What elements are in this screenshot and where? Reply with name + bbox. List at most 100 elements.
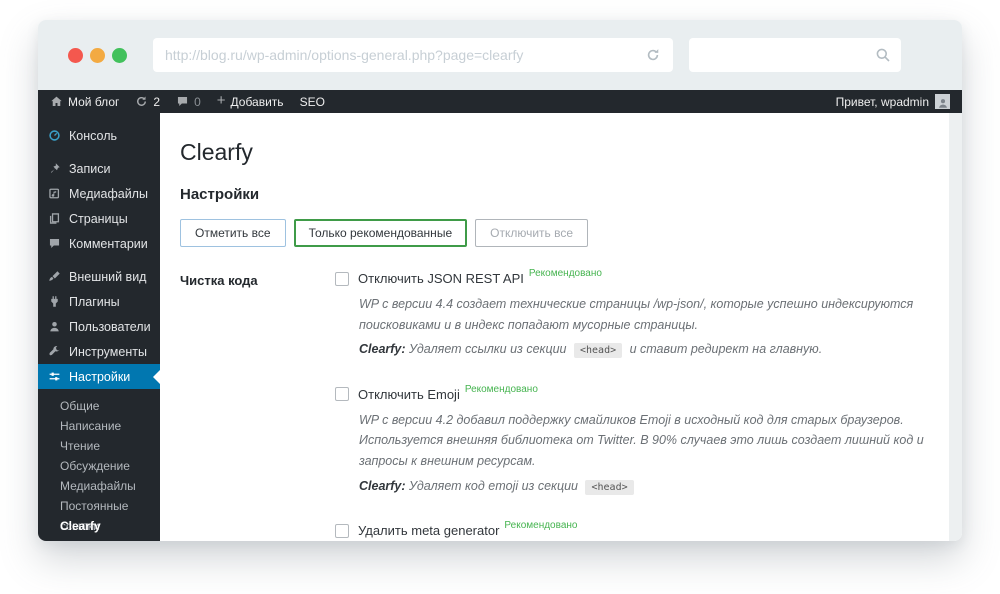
head-tag-chip: <head> — [585, 480, 633, 495]
sidebar-item-label: Записи — [69, 162, 111, 176]
user-icon — [937, 97, 949, 109]
section-title: Настройки — [180, 186, 942, 203]
bulk-actions: Отметить все Только рекомендованные Откл… — [180, 219, 942, 247]
plus-icon: + — [217, 93, 226, 108]
clearfy-note-prefix: Clearfy: — [359, 342, 406, 356]
sidebar-item-label: Инструменты — [69, 345, 147, 359]
admin-bar-seo[interactable]: SEO — [300, 95, 325, 109]
main-content: Clearfy Настройки Отметить все Только ре… — [160, 113, 962, 541]
submenu-item-general[interactable]: Общие — [38, 396, 160, 416]
recommended-badge: Рекомендовано — [504, 520, 577, 531]
pages-icon — [48, 212, 61, 225]
head-tag-chip: <head> — [574, 343, 622, 358]
sidebar-item-settings[interactable]: Настройки — [38, 364, 160, 389]
setting-description: WP с версии 4.2 добавил поддержку смайли… — [359, 410, 942, 472]
close-window-button[interactable] — [68, 48, 83, 63]
address-bar[interactable]: http://blog.ru/wp-admin/options-general.… — [153, 38, 673, 72]
maximize-window-button[interactable] — [112, 48, 127, 63]
sidebar-item-plugins[interactable]: Плагины — [38, 289, 160, 314]
sidebar-item-label: Комментарии — [69, 237, 148, 251]
sliders-icon — [48, 370, 61, 383]
page-title: Clearfy — [180, 139, 942, 166]
wp-admin-bar: Мой блог 2 0 + Добавить SEO Привет, wpad… — [38, 90, 962, 113]
browser-chrome: http://blog.ru/wp-admin/options-general.… — [38, 20, 962, 90]
admin-bar-updates[interactable]: 2 — [135, 95, 160, 109]
search-input[interactable] — [689, 38, 901, 72]
sidebar-item-label: Внешний вид — [69, 270, 146, 284]
code-cleanup-section: Чистка кода Отключить JSON REST API Реко… — [180, 271, 942, 541]
sidebar-item-label: Медиафайлы — [69, 187, 148, 201]
checkbox[interactable] — [335, 387, 349, 401]
wrench-icon — [48, 345, 61, 358]
setting-meta-generator: Удалить meta generator Рекомендовано Поз… — [335, 523, 942, 541]
sidebar-item-media[interactable]: Медиафайлы — [38, 181, 160, 206]
media-icon — [48, 187, 61, 200]
admin-bar-new[interactable]: + Добавить — [217, 94, 284, 109]
clearfy-note: Clearfy: Удаляет ссылки из секции <head>… — [359, 338, 942, 361]
admin-bar-comments[interactable]: 0 — [176, 95, 201, 109]
sidebar-item-pages[interactable]: Страницы — [38, 206, 160, 231]
window-controls — [68, 48, 127, 63]
select-all-button[interactable]: Отметить все — [180, 219, 286, 247]
setting-label: Отключить JSON REST API — [358, 271, 524, 286]
sidebar-item-posts[interactable]: Записи — [38, 156, 160, 181]
recommended-badge: Рекомендовано — [529, 268, 602, 279]
sidebar-item-users[interactable]: Пользователи — [38, 314, 160, 339]
sidebar-item-label: Пользователи — [69, 320, 151, 334]
sidebar-item-tools[interactable]: Инструменты — [38, 339, 160, 364]
settings-submenu: Общие Написание Чтение Обсуждение Медиаф… — [38, 389, 160, 536]
home-icon — [50, 95, 63, 108]
admin-sidebar: Консоль Записи Медиафайлы Страницы Комме… — [38, 113, 160, 541]
setting-label: Отключить Emoji — [358, 387, 460, 402]
sidebar-item-comments[interactable]: Комментарии — [38, 231, 160, 256]
sidebar-item-label: Плагины — [69, 295, 120, 309]
only-recommended-button[interactable]: Только рекомендованные — [294, 219, 468, 247]
sidebar-item-appearance[interactable]: Внешний вид — [38, 264, 160, 289]
checkbox[interactable] — [335, 272, 349, 286]
dashboard-icon — [48, 129, 61, 142]
pin-icon — [48, 162, 61, 175]
admin-bar-site[interactable]: Мой блог — [50, 95, 119, 109]
section-row-label: Чистка кода — [180, 271, 335, 288]
url-text: http://blog.ru/wp-admin/options-general.… — [165, 47, 645, 63]
setting-description: WP с версии 4.4 создает технические стра… — [359, 294, 942, 335]
sidebar-item-label: Страницы — [69, 212, 128, 226]
submenu-item-writing[interactable]: Написание — [38, 416, 160, 436]
clearfy-note-text: Удаляет код emoji из секции — [409, 479, 578, 493]
content-right-gutter — [949, 113, 962, 541]
plug-icon — [48, 295, 61, 308]
clearfy-note: Clearfy: Удаляет код emoji из секции <he… — [359, 475, 942, 498]
add-label: Добавить — [231, 95, 284, 109]
submenu-item-reading[interactable]: Чтение — [38, 436, 160, 456]
sidebar-item-label: Консоль — [69, 129, 117, 143]
setting-checkbox-row[interactable]: Отключить Emoji Рекомендовано — [335, 387, 942, 402]
site-name: Мой блог — [68, 95, 119, 109]
comment-icon — [48, 237, 61, 250]
setting-checkbox-row[interactable]: Отключить JSON REST API Рекомендовано — [335, 271, 942, 286]
submenu-item-permalinks[interactable]: Постоянные ссылки — [38, 496, 160, 516]
minimize-window-button[interactable] — [90, 48, 105, 63]
search-icon — [875, 47, 891, 63]
seo-label: SEO — [300, 95, 325, 109]
refresh-icon[interactable] — [645, 47, 661, 63]
setting-emoji: Отключить Emoji Рекомендовано WP с верси… — [335, 387, 942, 497]
settings-list: Отключить JSON REST API Рекомендовано WP… — [335, 271, 942, 541]
recommended-badge: Рекомендовано — [465, 384, 538, 395]
submenu-item-discussion[interactable]: Обсуждение — [38, 456, 160, 476]
brush-icon — [48, 270, 61, 283]
greeting-text: Привет, wpadmin — [836, 95, 929, 109]
setting-checkbox-row[interactable]: Удалить meta generator Рекомендовано — [335, 523, 942, 538]
disable-all-button[interactable]: Отключить все — [475, 219, 588, 247]
sidebar-item-dashboard[interactable]: Консоль — [38, 123, 160, 148]
updates-icon — [135, 95, 148, 108]
comments-count: 0 — [194, 95, 201, 109]
submenu-item-clearfy[interactable]: Clearfy — [38, 516, 160, 536]
setting-json-rest-api: Отключить JSON REST API Рекомендовано WP… — [335, 271, 942, 361]
checkbox[interactable] — [335, 524, 349, 538]
setting-label: Удалить meta generator — [358, 523, 499, 538]
clearfy-note-prefix: Clearfy: — [359, 479, 406, 493]
comment-icon — [176, 95, 189, 108]
submenu-item-media[interactable]: Медиафайлы — [38, 476, 160, 496]
admin-bar-account[interactable]: Привет, wpadmin — [836, 94, 950, 109]
sidebar-item-label: Настройки — [69, 370, 130, 384]
